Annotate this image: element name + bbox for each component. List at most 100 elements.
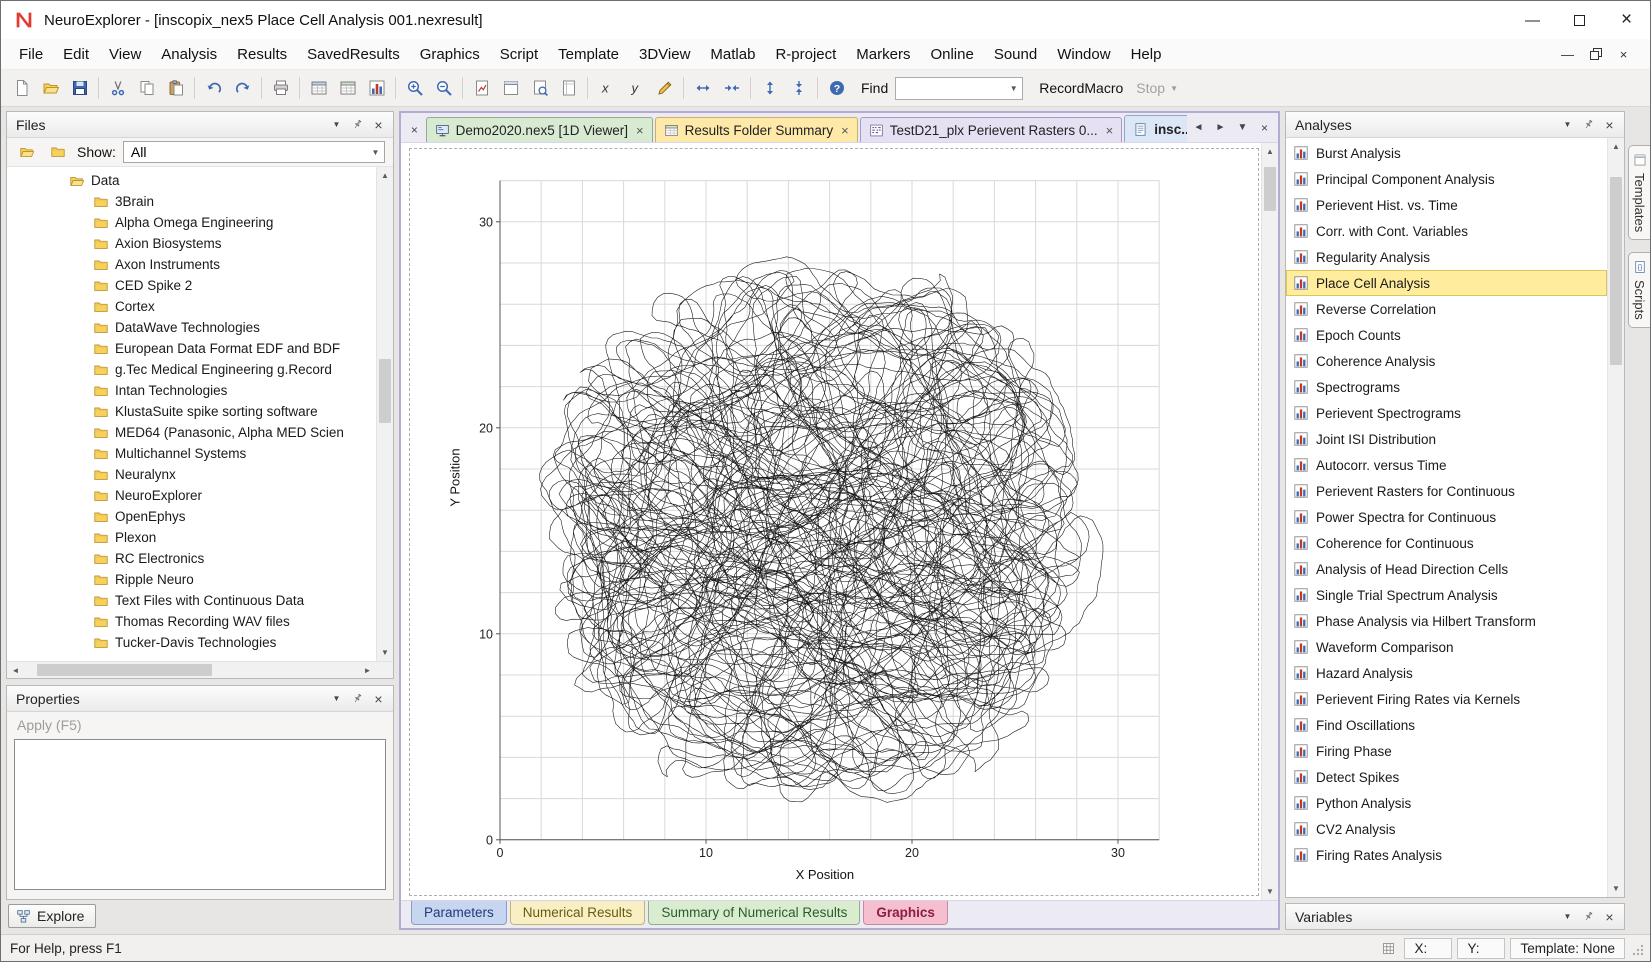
new-file-button[interactable] — [7, 75, 36, 102]
doc-tab-testd21-plx-perievent-rasters-0[interactable]: TestD21_plx Perievent Rasters 0...× — [860, 117, 1122, 142]
scrollbar-track[interactable] — [377, 184, 393, 644]
tree-item-g-tec-medical-engineering-g-record[interactable]: g.Tec Medical Engineering g.Record — [7, 359, 376, 380]
find-input[interactable] — [896, 78, 1005, 99]
tree-item-text-files-with-continuous-data[interactable]: Text Files with Continuous Data — [7, 590, 376, 611]
properties-pin-button[interactable] — [348, 689, 367, 708]
apply-button[interactable]: Apply (F5) — [7, 712, 393, 737]
print-button[interactable] — [266, 75, 295, 102]
fit-y-button[interactable]: y — [621, 75, 650, 102]
menu-item-analysis[interactable]: Analysis — [151, 41, 227, 68]
analysis-item-principal-component-analysis[interactable]: Principal Component Analysis — [1286, 166, 1607, 192]
maximize-button[interactable] — [1556, 1, 1603, 39]
graphics-vertical-scrollbar[interactable]: ▲ ▼ — [1261, 143, 1278, 900]
cut-button[interactable] — [103, 75, 132, 102]
menu-item-view[interactable]: View — [99, 41, 151, 68]
analysis-item-coherence-analysis[interactable]: Coherence Analysis — [1286, 348, 1607, 374]
tree-item-neuralynx[interactable]: Neuralynx — [7, 464, 376, 485]
stop-macro-button[interactable]: Stop — [1136, 80, 1165, 96]
tab-scroll-left-button[interactable]: ◄ — [1189, 118, 1208, 137]
analysis-item-autocorr-versus-time[interactable]: Autocorr. versus Time — [1286, 452, 1607, 478]
scrollbar-thumb[interactable] — [37, 664, 211, 676]
analysis-item-perievent-rasters-for-continuous[interactable]: Perievent Rasters for Continuous — [1286, 478, 1607, 504]
analyses-dropdown-button[interactable]: ▼ — [1558, 115, 1577, 134]
up-folder-button[interactable] — [15, 141, 39, 164]
paste-button[interactable] — [161, 75, 190, 102]
scroll-down-button[interactable]: ▼ — [1608, 880, 1624, 897]
help-button[interactable]: ? — [822, 75, 851, 102]
analysis-item-waveform-comparison[interactable]: Waveform Comparison — [1286, 634, 1607, 660]
document-close-button[interactable]: × — [1255, 118, 1274, 137]
compress-h-button[interactable] — [717, 75, 746, 102]
tab-list-button[interactable]: ▼ — [1233, 118, 1252, 137]
scrollbar-thumb[interactable] — [379, 359, 391, 423]
tree-item-axon-instruments[interactable]: Axon Instruments — [7, 254, 376, 275]
analysis-item-firing-rates-analysis[interactable]: Firing Rates Analysis — [1286, 842, 1607, 868]
tree-item-european-data-format-edf-and-bdf[interactable]: European Data Format EDF and BDF — [7, 338, 376, 359]
close-tab-icon[interactable]: × — [636, 123, 644, 138]
tree-item-alpha-omega-engineering[interactable]: Alpha Omega Engineering — [7, 212, 376, 233]
analyses-pin-button[interactable] — [1579, 115, 1598, 134]
doc-tab-results-folder-summary[interactable]: Results Folder Summary× — [655, 117, 858, 142]
analysis-item-place-cell-analysis[interactable]: Place Cell Analysis — [1286, 270, 1607, 296]
tree-item-rc-electronics[interactable]: RC Electronics — [7, 548, 376, 569]
analysis-item-regularity-analysis[interactable]: Regularity Analysis — [1286, 244, 1607, 270]
tree-item-axion-biosystems[interactable]: Axion Biosystems — [7, 233, 376, 254]
analyses-vertical-scrollbar[interactable]: ▲ ▼ — [1607, 138, 1624, 897]
close-tab-icon[interactable]: × — [841, 123, 849, 138]
edit-button[interactable] — [650, 75, 679, 102]
tree-item-data[interactable]: Data — [7, 170, 376, 191]
menu-item-template[interactable]: Template — [548, 41, 629, 68]
analysis-item-burst-analysis[interactable]: Burst Analysis — [1286, 140, 1607, 166]
scroll-down-button[interactable]: ▼ — [377, 644, 393, 661]
page-view-button[interactable] — [496, 75, 525, 102]
menu-item-r-project[interactable]: R-project — [765, 41, 846, 68]
files-vertical-scrollbar[interactable]: ▲ ▼ — [376, 167, 393, 661]
status-grid-button[interactable] — [1377, 938, 1399, 959]
copy-button[interactable] — [132, 75, 161, 102]
zoom-in-button[interactable] — [400, 75, 429, 102]
analysis-item-spectrograms[interactable]: Spectrograms — [1286, 374, 1607, 400]
tree-item-klustasuite-spike-sorting-software[interactable]: KlustaSuite spike sorting software — [7, 401, 376, 422]
analysis-item-corr-with-cont-variables[interactable]: Corr. with Cont. Variables — [1286, 218, 1607, 244]
tab-scroll-right-button[interactable]: ► — [1211, 118, 1230, 137]
save-button[interactable] — [65, 75, 94, 102]
side-tab-scripts[interactable]: {}Scripts — [1628, 252, 1650, 328]
analysis-item-perievent-hist-vs-time[interactable]: Perievent Hist. vs. Time — [1286, 192, 1607, 218]
properties-dropdown-button[interactable]: ▼ — [327, 689, 346, 708]
result-tab-summary-of-numerical-results[interactable]: Summary of Numerical Results — [648, 901, 860, 925]
analysis-item-analysis-of-head-direction-cells[interactable]: Analysis of Head Direction Cells — [1286, 556, 1607, 582]
menu-item-savedresults[interactable]: SavedResults — [297, 41, 410, 68]
scrollbar-track[interactable] — [1262, 160, 1278, 883]
page-setup-button[interactable] — [554, 75, 583, 102]
analysis-item-detect-spikes[interactable]: Detect Spikes — [1286, 764, 1607, 790]
analysis-item-perievent-firing-rates-via-kernels[interactable]: Perievent Firing Rates via Kernels — [1286, 686, 1607, 712]
analysis-item-python-analysis[interactable]: Python Analysis — [1286, 790, 1607, 816]
menu-item-window[interactable]: Window — [1047, 41, 1120, 68]
properties-close-button[interactable]: × — [369, 689, 388, 708]
menu-item-graphics[interactable]: Graphics — [410, 41, 490, 68]
scroll-up-button[interactable]: ▲ — [1262, 143, 1278, 160]
analyses-close-button[interactable]: × — [1600, 115, 1619, 134]
scrollbar-track[interactable] — [24, 662, 359, 678]
compress-v-button[interactable] — [784, 75, 813, 102]
analysis-item-hazard-analysis[interactable]: Hazard Analysis — [1286, 660, 1607, 686]
menu-item-file[interactable]: File — [9, 41, 53, 68]
menu-item-edit[interactable]: Edit — [53, 41, 99, 68]
result-tab-numerical-results[interactable]: Numerical Results — [510, 901, 646, 925]
tree-item-openephys[interactable]: OpenEphys — [7, 506, 376, 527]
menu-item-online[interactable]: Online — [920, 41, 983, 68]
zoom-out-button[interactable] — [429, 75, 458, 102]
result-tab-graphics[interactable]: Graphics — [863, 901, 948, 925]
tree-item-plexon[interactable]: Plexon — [7, 527, 376, 548]
menu-item-matlab[interactable]: Matlab — [700, 41, 765, 68]
scroll-left-button[interactable]: ◄ — [7, 662, 24, 678]
tree-item-cortex[interactable]: Cortex — [7, 296, 376, 317]
variables-pin-button[interactable] — [1579, 907, 1598, 926]
tree-item-ripple-neuro[interactable]: Ripple Neuro — [7, 569, 376, 590]
mdi-close-button[interactable]: × — [1611, 44, 1636, 64]
show-filter-dropdown[interactable]: All ▼ — [123, 141, 385, 163]
analysis-item-cv2-analysis[interactable]: CV2 Analysis — [1286, 816, 1607, 842]
analysis-item-phase-analysis-via-hilbert-transform[interactable]: Phase Analysis via Hilbert Transform — [1286, 608, 1607, 634]
analysis-item-reverse-correlation[interactable]: Reverse Correlation — [1286, 296, 1607, 322]
properties-editor[interactable] — [14, 739, 386, 890]
